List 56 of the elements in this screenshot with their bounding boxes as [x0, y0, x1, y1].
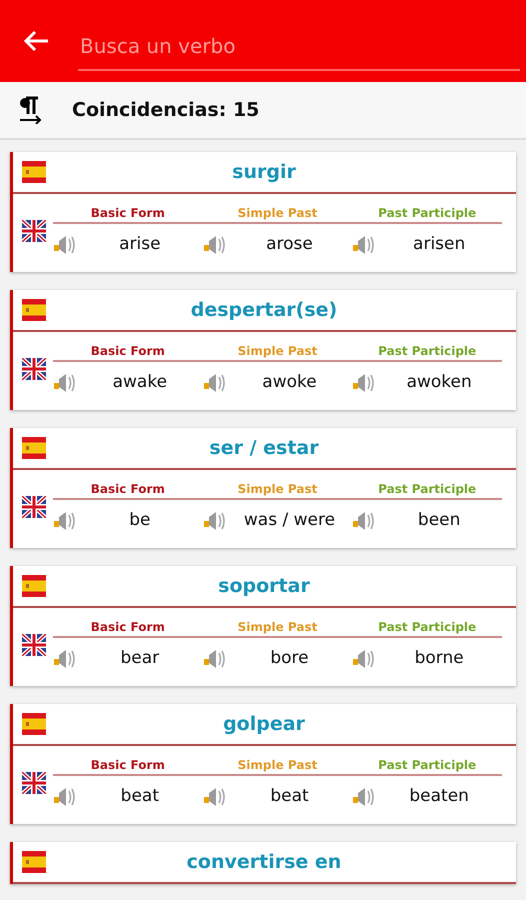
column-label: Basic Form [53, 758, 203, 776]
verb-card[interactable]: soportar Basic Form Simple Past Past Participle bear bore borne [10, 566, 516, 686]
verb-card[interactable]: ser / estar Basic Form Simple Past Past Participle be was / were been [10, 428, 516, 548]
column-label: Basic Form [53, 206, 203, 224]
column-label: Basic Form [53, 620, 203, 638]
spanish-verb: despertar(se) [190, 299, 338, 321]
verb-card[interactable]: convertirse en [10, 842, 516, 884]
column-label: Basic Form [53, 482, 203, 500]
column-label: Past Participle [352, 344, 502, 362]
match-count: Coincidencias: 15 [72, 99, 260, 121]
spanish-verb: ser / estar [208, 437, 320, 459]
english-verb-form: beaten [408, 786, 470, 806]
verb-card[interactable]: golpear Basic Form Simple Past Past Participle beat beat beaten [10, 704, 516, 824]
spain-flag-icon [22, 161, 46, 183]
verb-card[interactable]: despertar(se) Basic Form Simple Past Past Participle awake awoke awoken [10, 290, 516, 410]
uk-flag-icon [22, 772, 46, 794]
spain-flag-icon [22, 437, 46, 459]
english-verb-form: arose [265, 234, 314, 254]
column-label: Past Participle [352, 620, 502, 638]
english-verb-form: was / were [242, 510, 336, 530]
back-arrow-icon[interactable] [22, 29, 50, 53]
spanish-verb: convertirse en [186, 851, 342, 873]
english-verb-form: be [128, 510, 152, 530]
uk-flag-icon [22, 634, 46, 656]
verb-card[interactable]: surgir Basic Form Simple Past Past Participle arise arose arisen [10, 152, 516, 272]
english-verb-form: been [416, 510, 462, 530]
column-label: Basic Form [53, 344, 203, 362]
english-verb-form: beat [269, 786, 310, 806]
spain-flag-icon [22, 851, 46, 873]
column-label: Past Participle [352, 482, 502, 500]
spanish-verb: surgir [231, 161, 297, 183]
english-verb-form: bore [269, 648, 310, 668]
english-verb-form: beat [120, 786, 160, 806]
english-verb-form: borne [414, 648, 465, 668]
spanish-verb: golpear [222, 713, 306, 735]
english-verb-form: arisen [412, 234, 466, 254]
uk-flag-icon [22, 358, 46, 380]
spain-flag-icon [22, 299, 46, 321]
column-label: Simple Past [202, 620, 352, 638]
column-label: Past Participle [352, 206, 502, 224]
spain-flag-icon [22, 575, 46, 597]
uk-flag-icon [22, 496, 46, 518]
uk-flag-icon [22, 220, 46, 242]
column-label: Simple Past [202, 344, 352, 362]
english-verb-form: awake [112, 372, 168, 392]
paragraph-sort-icon[interactable] [18, 96, 44, 124]
english-verb-form: arise [118, 234, 162, 254]
spanish-verb: soportar [217, 575, 311, 597]
english-verb-form: awoke [261, 372, 318, 392]
column-label: Past Participle [352, 758, 502, 776]
column-label: Simple Past [202, 206, 352, 224]
english-verb-form: bear [119, 648, 160, 668]
spain-flag-icon [22, 713, 46, 735]
column-label: Simple Past [202, 482, 352, 500]
column-label: Simple Past [202, 758, 352, 776]
english-verb-form: awoken [406, 372, 473, 392]
